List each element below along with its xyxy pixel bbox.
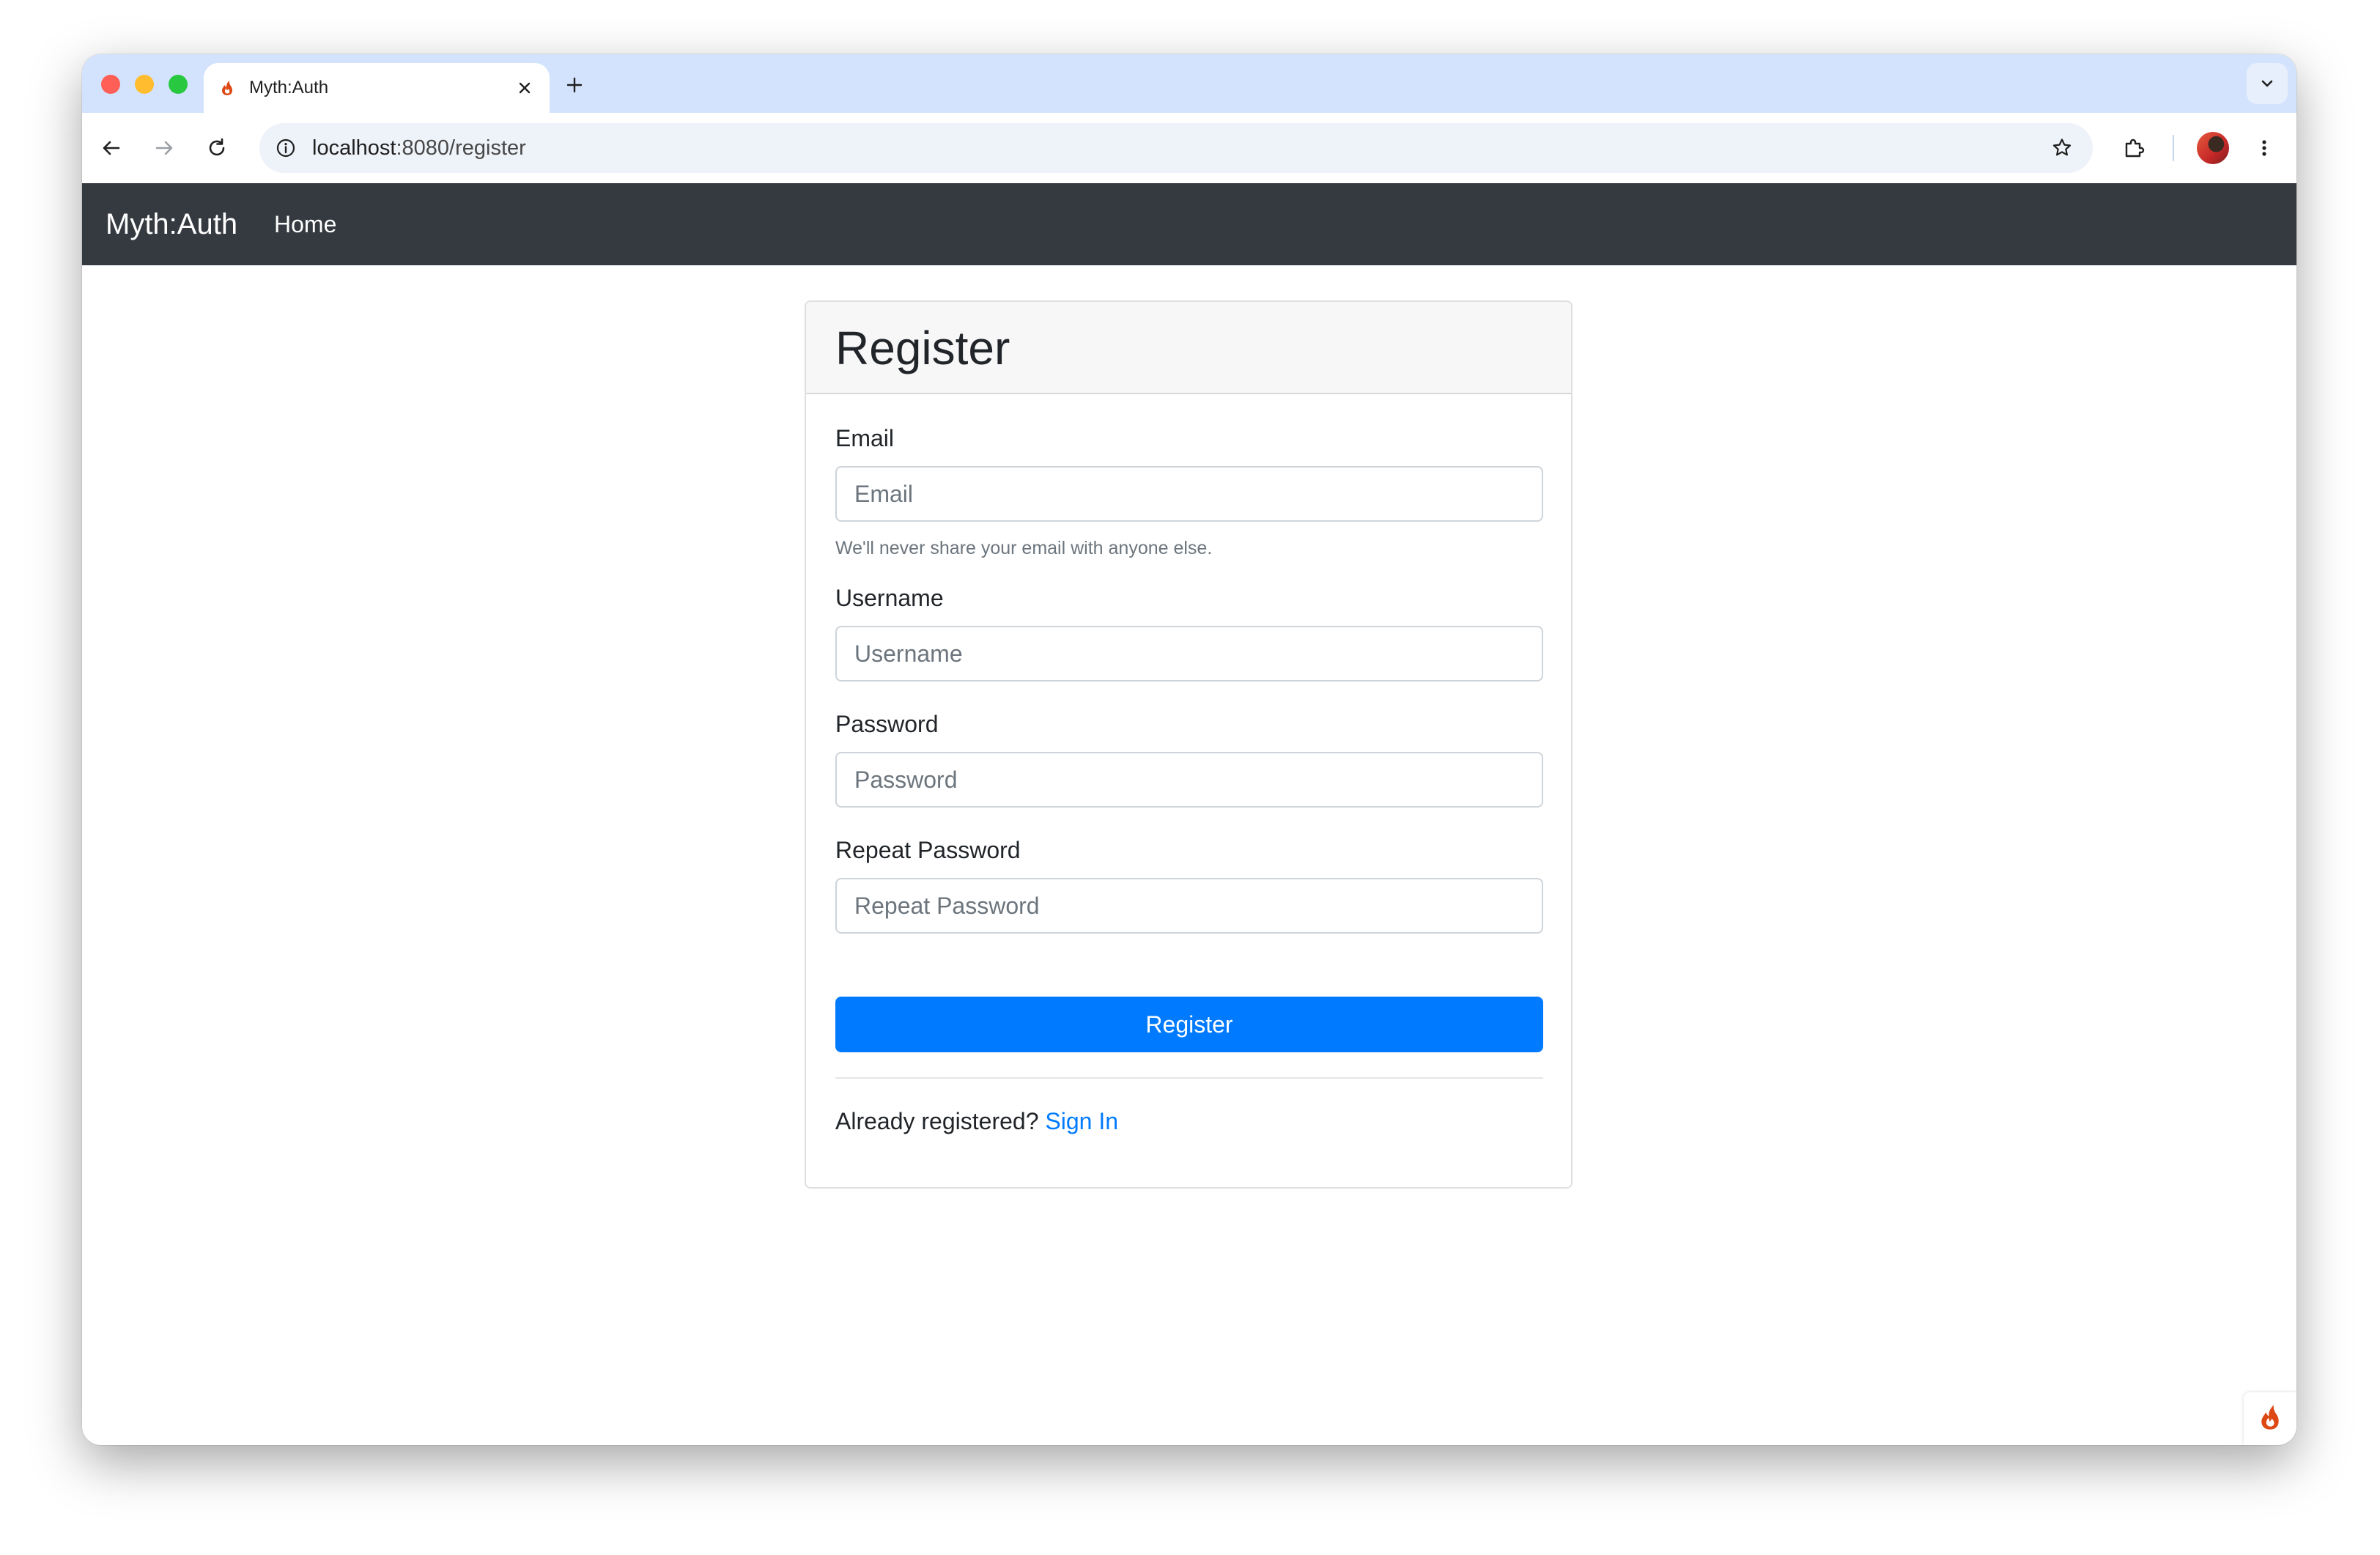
nav-home-link[interactable]: Home (274, 211, 336, 238)
window-minimize-button[interactable] (135, 75, 154, 94)
extensions-puzzle-icon[interactable] (2116, 130, 2151, 166)
password-field[interactable] (835, 752, 1543, 808)
browser-toolbar: localhost:8080/register (82, 113, 2296, 183)
already-registered-text: Already registered? (835, 1108, 1039, 1134)
email-label: Email (835, 425, 895, 451)
address-bar-url: localhost:8080/register (312, 136, 526, 160)
site-info-icon[interactable] (270, 132, 302, 164)
card-divider (835, 1077, 1543, 1079)
forward-arrow-icon[interactable] (147, 130, 182, 166)
repeat-password-field[interactable] (835, 878, 1543, 934)
register-card-header: Register (806, 302, 1571, 394)
url-path: :8080/register (396, 136, 526, 160)
password-label: Password (835, 711, 939, 737)
username-label: Username (835, 585, 944, 611)
register-card: Register Email We'll never share your em… (805, 300, 1572, 1189)
codeigniter-flame-icon (2255, 1403, 2285, 1436)
tab-title: Myth:Auth (249, 78, 329, 97)
register-title: Register (835, 322, 1010, 374)
site-navbar: Myth:Auth Home (82, 183, 2296, 265)
bookmark-star-icon[interactable] (2046, 132, 2078, 164)
sign-in-link[interactable]: Sign In (1045, 1108, 1118, 1134)
window-close-button[interactable] (101, 75, 120, 94)
register-button[interactable]: Register (835, 997, 1543, 1052)
address-bar[interactable]: localhost:8080/register (259, 123, 2093, 173)
debug-toolbar-toggle[interactable] (2244, 1392, 2296, 1445)
email-field[interactable] (835, 466, 1543, 522)
repeat-password-label: Repeat Password (835, 837, 1021, 863)
already-registered-line: Already registered? Sign In (835, 1108, 1118, 1135)
back-arrow-icon[interactable] (94, 130, 129, 166)
email-help-text: We'll never share your email with anyone… (835, 538, 1213, 558)
browser-tab-active[interactable]: Myth:Auth (204, 63, 550, 113)
profile-avatar[interactable] (2197, 132, 2229, 164)
new-tab-plus-icon[interactable] (560, 70, 589, 100)
page-content: Register Email We'll never share your em… (82, 265, 2296, 1445)
browser-window: Myth:Auth localhost:8080/register Myth:A… (82, 54, 2296, 1445)
navbar-brand[interactable]: Myth:Auth (106, 208, 237, 241)
tab-close-icon[interactable] (511, 75, 538, 101)
toolbar-divider (2173, 135, 2174, 161)
more-menu-kebab-icon[interactable] (2247, 130, 2282, 166)
url-host: localhost (312, 136, 396, 160)
codeigniter-flame-icon (218, 79, 236, 97)
tab-strip: Myth:Auth (82, 54, 2296, 113)
reload-icon[interactable] (199, 130, 234, 166)
username-field[interactable] (835, 626, 1543, 682)
window-maximize-button[interactable] (169, 75, 188, 94)
tab-search-chevron-down-icon[interactable] (2247, 63, 2288, 104)
